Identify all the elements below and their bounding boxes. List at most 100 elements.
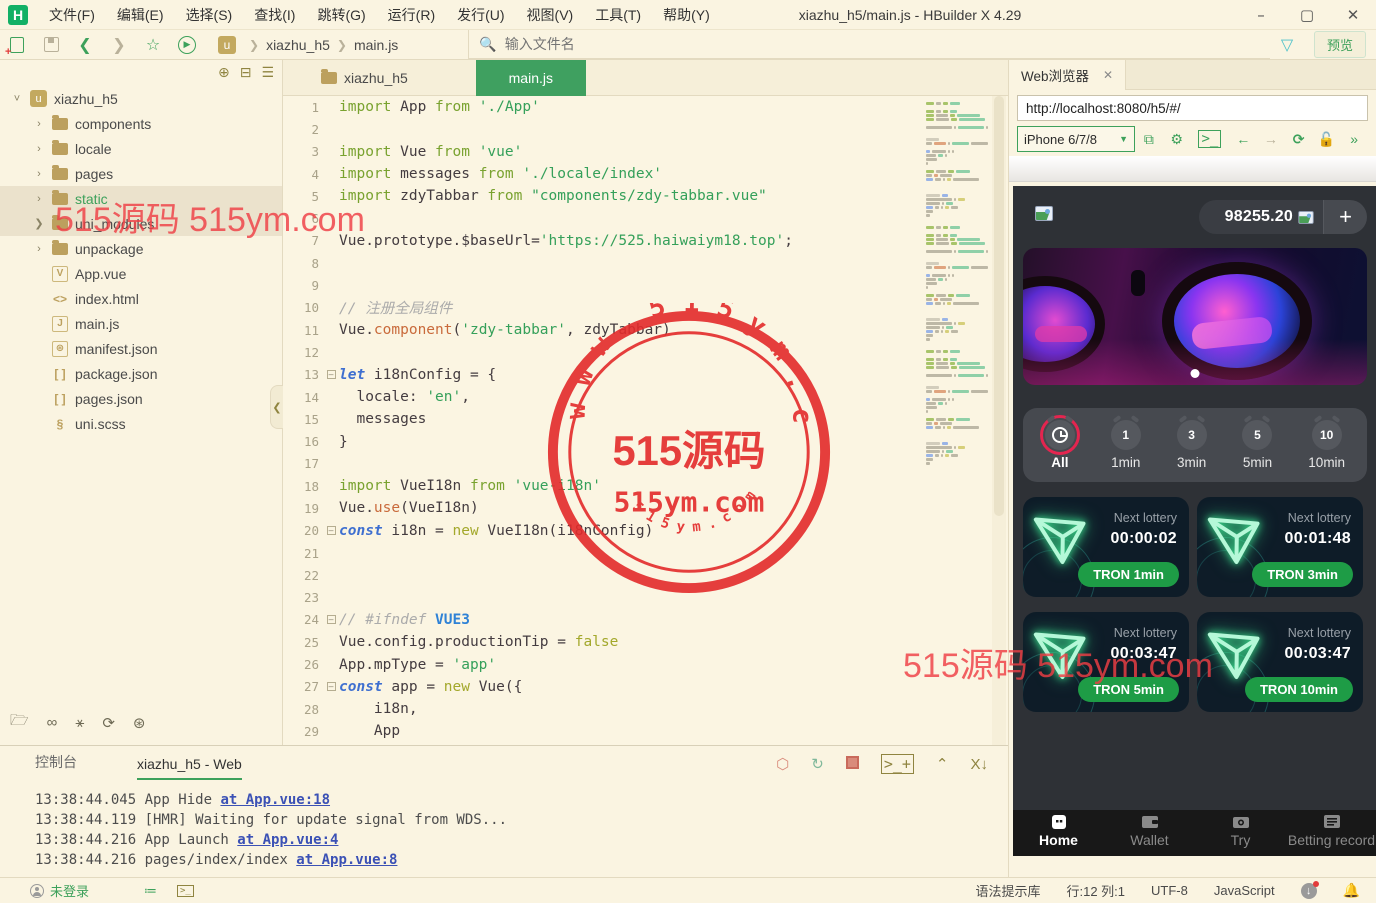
nav-try[interactable]: Try [1195,810,1286,856]
nav-home[interactable]: Home [1013,810,1104,856]
close-button[interactable]: ✕ [1330,0,1376,30]
breadcrumb-file[interactable]: main.js [354,37,398,53]
device-selector[interactable]: iPhone 6/7/8 ▼ [1017,126,1135,152]
menu-item[interactable]: 文件(F) [38,0,106,30]
settings-gear-icon[interactable]: ⚙ [1163,131,1191,148]
filter-tab-all[interactable]: All [1045,420,1075,470]
new-file-icon[interactable]: + [0,32,34,58]
close-tab-icon[interactable]: ✕ [1103,68,1113,82]
menu-item[interactable]: 运行(R) [377,0,446,30]
more-icon[interactable]: » [1340,131,1368,147]
encoding-label[interactable]: UTF-8 [1151,883,1188,898]
log-source-link[interactable]: at App.vue:4 [237,832,338,848]
filter-tab-3min[interactable]: 33min [1177,420,1207,470]
editor-scrollbar[interactable] [992,96,1006,745]
menu-item[interactable]: 工具(T) [584,0,652,30]
breadcrumb-project[interactable]: xiazhu_h5 [266,37,330,53]
lock-icon[interactable]: 🔓 [1313,131,1341,148]
tree-item-index-html[interactable]: <>index.html [0,286,282,311]
nav-back-icon[interactable]: ← [1229,131,1257,147]
fold-marker-icon[interactable]: – [323,615,339,624]
log-source-link[interactable]: at App.vue:8 [296,852,397,868]
lottery-card-tron-5min[interactable]: Next lottery00:03:47TRON 5min [1023,612,1189,712]
balance-pill[interactable]: 98255.20 + [1199,200,1367,234]
editor-breadcrumb[interactable]: xiazhu_h5 [283,70,408,86]
tree-item-pages-json[interactable]: [ ]pages.json [0,386,282,411]
expand-arrow-icon[interactable]: › [32,168,46,180]
maximize-button[interactable]: ▢ [1284,0,1330,30]
save-icon[interactable] [34,32,68,58]
filter-tab-5min[interactable]: 55min [1242,420,1272,470]
cursor-position[interactable]: 行:12 列:1 [1066,881,1125,900]
menu-item[interactable]: 帮助(Y) [652,0,721,30]
fold-marker-icon[interactable]: – [323,526,339,535]
tree-item-package-json[interactable]: [ ]package.json [0,361,282,386]
stop-icon[interactable] [846,756,859,773]
debug-panel-icon[interactable]: ⚹ [75,714,84,731]
outline-icon[interactable]: ≔ [144,883,157,899]
sync-panel-icon[interactable]: ⟳ [102,714,115,732]
fold-marker-icon[interactable]: – [323,370,339,379]
expand-arrow-icon[interactable]: ˅ [10,93,24,105]
tree-item-components[interactable]: ›components [0,111,282,136]
fold-marker-icon[interactable]: – [323,682,339,691]
nav-betting-record[interactable]: Betting record [1286,810,1376,856]
run-icon[interactable]: ▶ [170,32,204,58]
tree-item-unpackage[interactable]: ›unpackage [0,236,282,261]
files-panel-icon[interactable]: 🗁 [10,710,29,735]
code-area[interactable]: 1import App from './App'23import Vue fro… [283,96,928,745]
menu-item[interactable]: 查找(I) [243,0,306,30]
nav-wallet[interactable]: Wallet [1104,810,1195,856]
log-source-link[interactable]: at App.vue:18 [220,792,330,808]
open-terminal-icon[interactable]: >_+ [881,754,914,774]
nav-forward-icon[interactable]: → [1257,131,1285,147]
tree-item-manifest-json[interactable]: ⊛manifest.json [0,336,282,361]
tree-item-uni-scss[interactable]: §uni.scss [0,411,282,436]
add-funds-button[interactable]: + [1323,200,1367,234]
explorer-menu-icon[interactable]: ☰ [261,64,274,81]
notification-bell-icon[interactable]: 🔔 [1343,882,1360,899]
tree-item-static[interactable]: ›static [0,186,282,211]
tab-web-browser[interactable]: Web浏览器 ✕ [1009,60,1126,90]
tree-item-uni_modules[interactable]: ❯uni_modules [0,211,282,236]
back-icon[interactable]: ❮ [68,32,102,58]
collapse-all-icon[interactable]: ⊟ [240,64,252,81]
lottery-card-tron-3min[interactable]: Next lottery00:01:48TRON 3min [1197,497,1363,597]
open-external-icon[interactable]: ⧉ [1135,131,1163,148]
expand-arrow-icon[interactable]: › [32,143,46,155]
star-icon[interactable]: ☆ [136,32,170,58]
tab-console[interactable]: 控制台 [35,752,77,780]
devtools-icon[interactable]: >_ [1198,130,1221,148]
refresh-icon[interactable]: ⟳ [1285,131,1313,148]
restart-icon[interactable]: ↻ [811,755,824,773]
menu-item[interactable]: 选择(S) [175,0,244,30]
file-search-input[interactable] [505,36,905,52]
expand-arrow-icon[interactable]: › [32,118,46,130]
clear-log-icon[interactable]: X↓ [970,756,988,773]
filter-icon[interactable]: ▽ [1270,32,1304,58]
banner-carousel[interactable] [1023,248,1367,385]
syntax-lib-label[interactable]: 语法提示库 [975,881,1040,900]
menu-item[interactable]: 发行(U) [446,0,515,30]
expand-arrow-icon[interactable]: ❯ [32,217,46,230]
address-bar[interactable] [1017,95,1368,121]
lottery-card-tron-1min[interactable]: Next lottery00:00:02TRON 1min [1023,497,1189,597]
locate-file-icon[interactable]: ⊕ [218,64,230,81]
menu-item[interactable]: 编辑(E) [106,0,175,30]
tree-item-app-vue[interactable]: VApp.vue [0,261,282,286]
menu-item[interactable]: 跳转(G) [306,0,376,30]
minimize-button[interactable]: – [1238,0,1284,30]
tab-run-web[interactable]: xiazhu_h5 - Web [137,756,242,780]
scrollbar-thumb[interactable] [994,96,1004,516]
update-icon[interactable]: ↓ [1301,883,1317,899]
expand-arrow-icon[interactable]: › [32,193,46,205]
lottery-card-tron-10min[interactable]: Next lottery00:03:47TRON 10min [1197,612,1363,712]
filter-tab-1min[interactable]: 11min [1111,420,1141,470]
language-label[interactable]: JavaScript [1214,883,1275,898]
tree-item-pages[interactable]: ›pages [0,161,282,186]
tree-item-main-js[interactable]: Jmain.js [0,311,282,336]
terminal-icon[interactable]: >_ [177,885,194,897]
minimap[interactable] [926,100,986,740]
debug-icon[interactable]: ⬡ [776,755,789,773]
tree-item-xiazhu_h5[interactable]: ˅uxiazhu_h5 [0,86,282,111]
